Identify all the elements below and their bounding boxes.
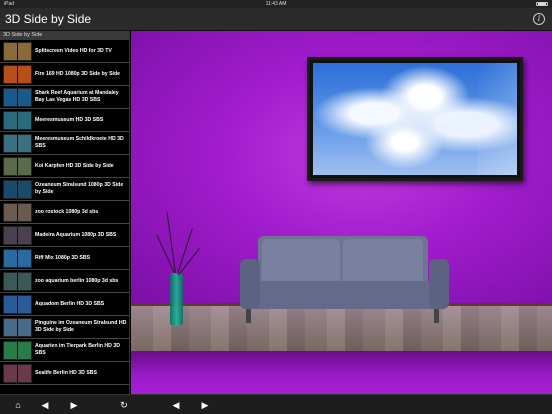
list-item[interactable]: Ozeaneum Stralsund 1080p 3D Side by Side xyxy=(0,178,129,201)
video-thumbnail xyxy=(3,271,32,291)
video-thumbnail xyxy=(3,156,32,176)
video-thumbnail xyxy=(3,133,32,153)
list-item-label: Madeira Aquarium 1080p 3D SBS xyxy=(35,231,117,238)
previous-button[interactable]: ◀ xyxy=(168,395,184,414)
list-item[interactable]: Meeresmuseum HD 3D SBS xyxy=(0,109,129,132)
video-thumbnail xyxy=(3,87,32,107)
battery-icon xyxy=(536,2,548,6)
navigation-bar: 3D Side by Side i xyxy=(0,8,552,31)
video-thumbnail xyxy=(3,225,32,245)
vase xyxy=(170,273,183,325)
list-item-label: zoo aquarium berlin 1080p 3d sbs xyxy=(35,277,119,284)
floor-reflection xyxy=(131,351,552,394)
video-list-sidebar: 3D Side by Side Splitscreen Video HD for… xyxy=(0,31,130,394)
list-item-label: Ozeaneum Stralsund 1080p 3D Side by Side xyxy=(35,182,124,195)
list-item[interactable]: Aquadom Berlin HD 3D SBS xyxy=(0,293,129,316)
list-item-label: Splitscreen Video HD for 3D TV xyxy=(35,47,112,54)
video-thumbnail xyxy=(3,64,32,84)
sofa-cushion xyxy=(262,239,340,284)
list-item-label: Aquadom Berlin HD 3D SBS xyxy=(35,300,105,307)
list-item-label: Shark Reef Aquarium at Mandaley Bay Las … xyxy=(35,90,119,103)
video-thumbnail xyxy=(3,317,32,337)
sofa-leg xyxy=(246,309,251,323)
list-item-label: Meeresmuseum Schildkroete HD 3D SBS xyxy=(35,136,124,149)
reload-icon[interactable]: ↻ xyxy=(116,395,132,414)
list-item-label: zoo rostock 1080p 3d sbs xyxy=(35,208,99,215)
list-item[interactable]: Koi Karpfen HD 3D Side by Side xyxy=(0,155,129,178)
video-preview[interactable] xyxy=(131,31,552,394)
list-item-label: Aquarien im Tierpark Berlin HD 3D SBS xyxy=(35,343,120,356)
page-title: 3D Side by Side xyxy=(5,12,92,26)
info-icon[interactable]: i xyxy=(533,13,545,25)
home-icon[interactable]: ⌂ xyxy=(10,395,26,414)
list-item[interactable]: zoo aquarium berlin 1080p 3d sbs xyxy=(0,270,129,293)
floor-glow xyxy=(131,306,552,356)
list-item[interactable]: Meeresmuseum Schildkroete HD 3D SBS xyxy=(0,132,129,155)
list-item[interactable]: Shark Reef Aquarium at Mandaley Bay Las … xyxy=(0,86,129,109)
list-item-label: Sealife Berlin HD 3D SBS xyxy=(35,369,97,376)
status-time: 11:43 AM xyxy=(265,1,287,7)
sofa-arm xyxy=(429,259,449,309)
list-item[interactable]: Pinguine im Ozeaneum Stralsund HD 3D Sid… xyxy=(0,316,129,339)
list-item-label: Riff Mix 1080p 3D SBS xyxy=(35,254,91,261)
forward-button[interactable]: ▶ xyxy=(66,395,82,414)
video-thumbnail xyxy=(3,179,32,199)
video-thumbnail xyxy=(3,294,32,314)
video-thumbnail xyxy=(3,110,32,130)
picture-frame xyxy=(307,57,523,181)
sofa-leg xyxy=(434,309,439,323)
video-thumbnail xyxy=(3,41,32,61)
video-thumbnail xyxy=(3,363,32,383)
list-item[interactable]: zoo rostock 1080p 3d sbs xyxy=(0,201,129,224)
back-button[interactable]: ◀ xyxy=(37,395,53,414)
video-thumbnail xyxy=(3,248,32,268)
sofa-seat xyxy=(244,281,446,309)
sofa-arm xyxy=(240,259,260,309)
list-item-label: Koi Karpfen HD 3D Side by Side xyxy=(35,162,114,169)
list-item-label: Meeresmuseum HD 3D SBS xyxy=(35,116,104,123)
video-thumbnail xyxy=(3,340,32,360)
sofa-cushion xyxy=(343,239,423,284)
list-item[interactable]: Aquarien im Tierpark Berlin HD 3D SBS xyxy=(0,339,129,362)
list-item[interactable]: Madeira Aquarium 1080p 3D SBS xyxy=(0,224,129,247)
video-thumbnail xyxy=(3,202,32,222)
status-bar: iPad 11:43 AM xyxy=(0,0,552,8)
bottom-toolbar: ⌂ ◀ ▶ ↻ ◀ ▶ xyxy=(0,394,552,414)
section-header: 3D Side by Side xyxy=(0,31,129,40)
list-item[interactable]: Riff Mix 1080p 3D SBS xyxy=(0,247,129,270)
list-item-label: Fire 169 HD 1080p 3D Side by Side xyxy=(35,70,121,77)
list-item-label: Pinguine im Ozeaneum Stralsund HD 3D Sid… xyxy=(35,320,127,333)
next-button[interactable]: ▶ xyxy=(197,395,213,414)
list-item[interactable]: Sealife Berlin HD 3D SBS xyxy=(0,362,129,385)
list-item[interactable]: Fire 169 HD 1080p 3D Side by Side xyxy=(0,63,129,86)
glass-sheen xyxy=(477,63,517,175)
list-item[interactable]: Splitscreen Video HD for 3D TV xyxy=(0,40,129,63)
